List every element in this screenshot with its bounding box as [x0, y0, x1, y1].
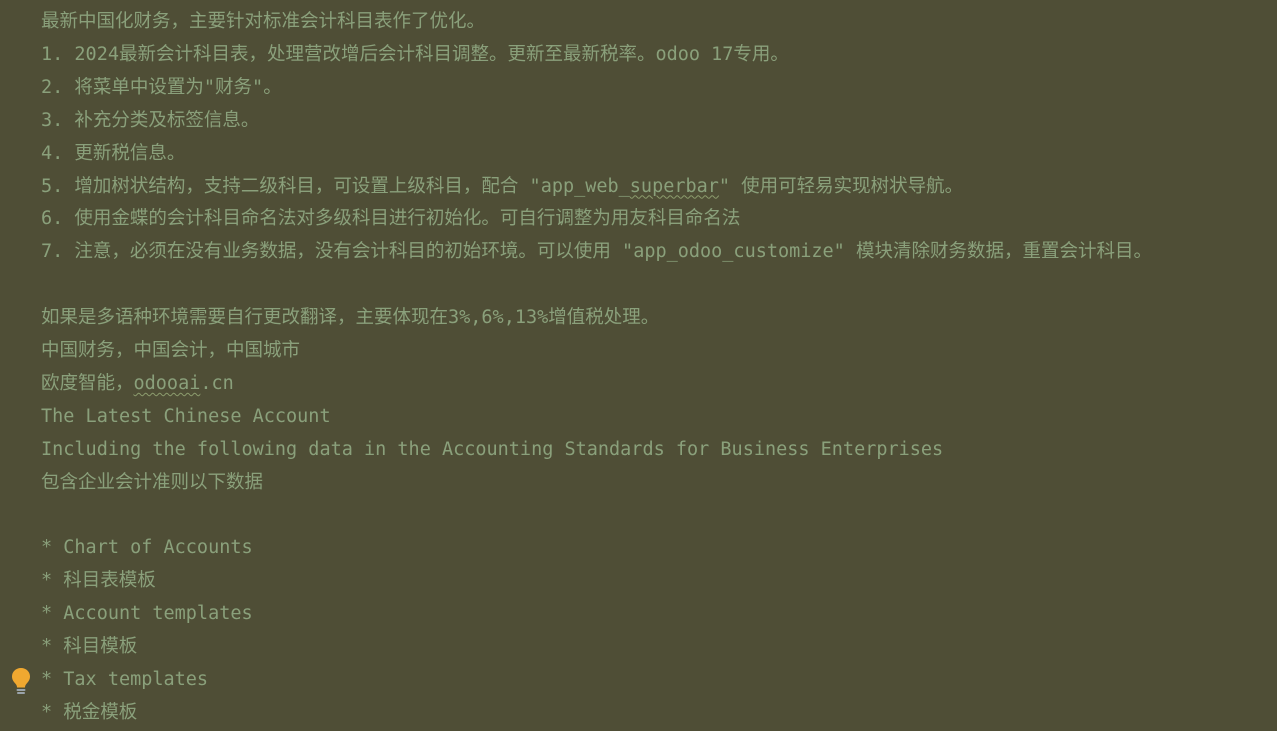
line-2[interactable]: 1. 2024最新会计科目表，处理营改增后会计科目调整。更新至最新税率。odoo…: [41, 38, 789, 71]
line-text: The Latest Chinese Account: [41, 405, 331, 427]
line-text: * 科目模板: [41, 636, 138, 658]
line-17[interactable]: * Chart of Accounts: [41, 531, 253, 564]
line-21[interactable]: * Tax templates: [41, 663, 208, 696]
line-text: 6. 使用金蝶的会计科目命名法对多级科目进行初始化。可自行调整为用友科目命名法: [41, 208, 741, 230]
line-text: 1. 2024最新会计科目表，处理营改增后会计科目调整。更新至最新税率。odoo…: [41, 43, 789, 65]
line-text: 3. 补充分类及标签信息。: [41, 109, 260, 131]
line-18[interactable]: * 科目表模板: [41, 564, 156, 597]
line-13[interactable]: The Latest Chinese Account: [41, 400, 331, 433]
line-text: 如果是多语种环境需要自行更改翻译，主要体现在3%,6%,13%增值税处理。: [41, 307, 660, 329]
line-7[interactable]: 6. 使用金蝶的会计科目命名法对多级科目进行初始化。可自行调整为用友科目命名法: [41, 202, 740, 235]
line-text: * Tax templates: [41, 669, 209, 690]
line-text: * Account templates: [41, 603, 253, 625]
line-5[interactable]: 4. 更新税信息。: [41, 137, 185, 170]
line-4[interactable]: 3. 补充分类及标签信息。: [41, 104, 259, 137]
line-text: .cn: [200, 372, 234, 394]
line-3[interactable]: 2. 将菜单中设置为"财务"。: [41, 71, 282, 104]
line-text: 最新中国化财务，主要针对标准会计科目表作了优化。: [41, 11, 486, 32]
line-text: 4. 更新税信息。: [41, 142, 186, 164]
line-text: 包含企业会计准则以下数据: [41, 471, 264, 493]
line-14[interactable]: Including the following data in the Acco…: [41, 433, 943, 466]
lightbulb-icon[interactable]: [10, 667, 32, 695]
line-text: 中国财务，中国会计，中国城市: [41, 340, 301, 361]
line-22[interactable]: * 税金模板: [41, 696, 137, 729]
line-text: Including the following data in the Acco…: [41, 438, 944, 460]
line-text: 2. 将菜单中设置为"财务"。: [41, 76, 282, 98]
line-8[interactable]: 7. 注意，必须在没有业务数据，没有会计科目的初始环境。可以使用 "app_od…: [41, 235, 1152, 268]
line-text: * 科目表模板: [41, 570, 156, 592]
line-10[interactable]: 如果是多语种环境需要自行更改翻译，主要体现在3%,6%,13%增值税处理。: [41, 301, 659, 334]
line-20[interactable]: * 科目模板: [41, 630, 137, 663]
spelling-warning-text: odooai: [133, 372, 201, 394]
spelling-warning-text: superbar: [629, 175, 719, 197]
line-1[interactable]: 最新中国化财务，主要针对标准会计科目表作了优化。: [41, 5, 485, 38]
line-text: * 税金模板: [41, 701, 138, 723]
line-text: 欧度智能，: [41, 372, 134, 394]
line-6[interactable]: 5. 增加树状结构，支持二级科目，可设置上级科目，配合 "app_web_sup…: [41, 170, 963, 203]
line-19[interactable]: * Account templates: [41, 597, 253, 630]
line-12[interactable]: 欧度智能，odooai.cn: [41, 367, 234, 400]
line-text: * Chart of Accounts: [41, 537, 253, 559]
line-text: " 使用可轻易实现树状导航。: [718, 175, 964, 197]
line-11[interactable]: 中国财务，中国会计，中国城市: [41, 334, 300, 367]
line-text: 5. 增加树状结构，支持二级科目，可设置上级科目，配合 "app_web_: [41, 175, 630, 197]
line-text: 7. 注意，必须在没有业务数据，没有会计科目的初始环境。可以使用 "app_od…: [41, 241, 1152, 263]
text-editor[interactable]: 最新中国化财务，主要针对标准会计科目表作了优化。 1. 2024最新会计科目表，处…: [0, 0, 1277, 731]
line-15[interactable]: 包含企业会计准则以下数据: [41, 466, 263, 499]
